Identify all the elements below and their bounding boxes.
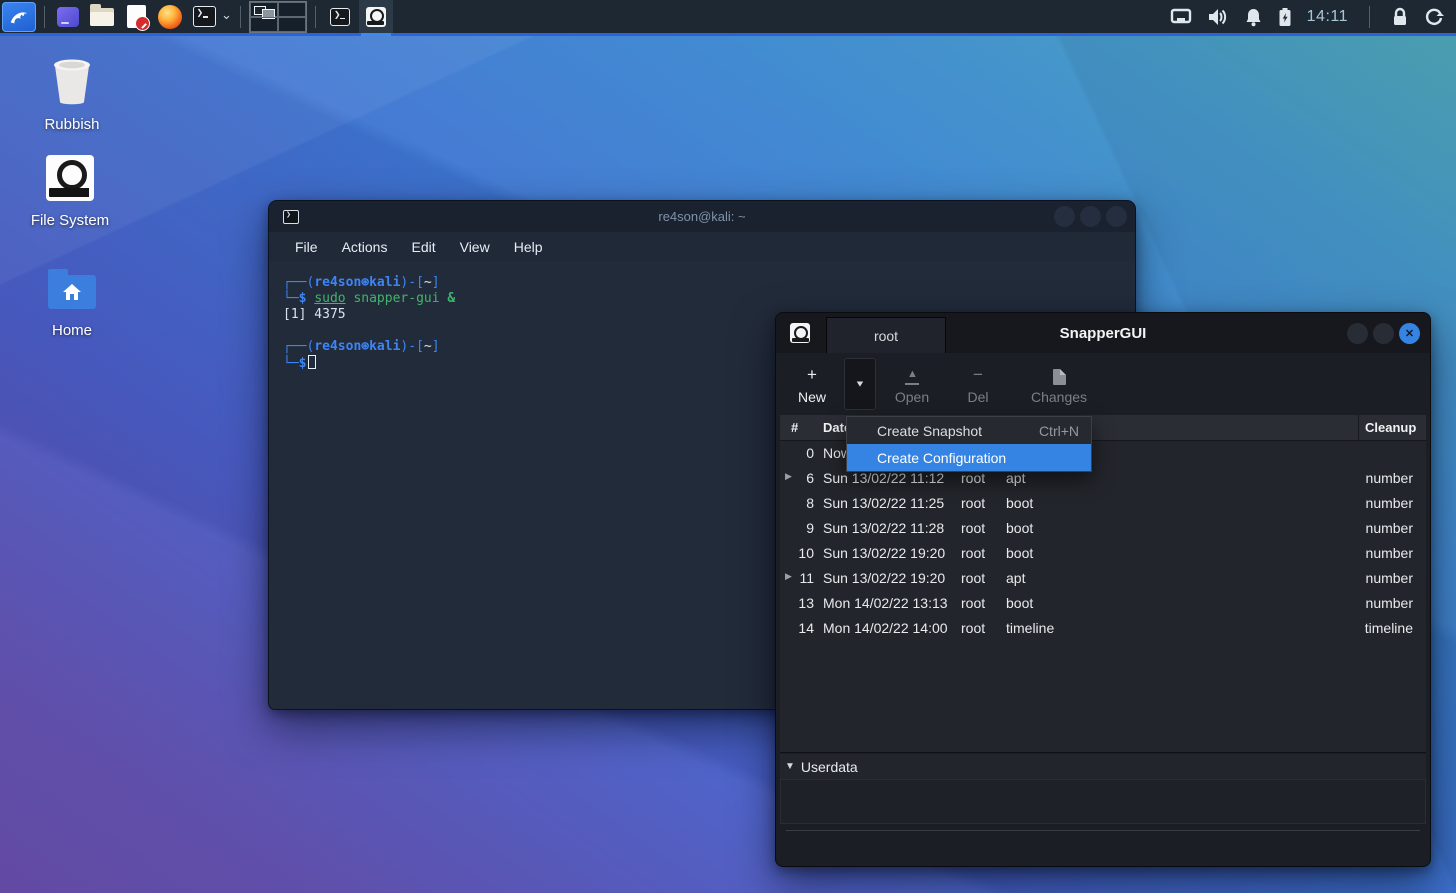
- userdata-label: Userdata: [801, 759, 858, 775]
- table-row[interactable]: 10 Sun 13/02/22 19:20 root boot number: [780, 541, 1426, 566]
- accelerator: Ctrl+N: [1039, 423, 1079, 439]
- window-manager-icon: [57, 7, 79, 27]
- table-row[interactable]: ▶ 11 Sun 13/02/22 19:20 root apt number: [780, 566, 1426, 591]
- launcher-file-manager[interactable]: [87, 3, 117, 31]
- system-tray: 14:11: [1170, 6, 1456, 28]
- close-button[interactable]: ✕: [1399, 323, 1420, 344]
- changes-button[interactable]: Changes: [1016, 359, 1102, 405]
- menu-view[interactable]: View: [448, 239, 502, 255]
- terminal-icon: [283, 210, 299, 224]
- terminal-cursor: [308, 355, 316, 369]
- desktop-icon-file-system[interactable]: File System: [18, 152, 122, 229]
- workspace-1[interactable]: [250, 2, 278, 17]
- snappergui-icon: [790, 323, 810, 343]
- menu-file[interactable]: File: [283, 239, 330, 255]
- dropdown-arrow-icon: ▼: [855, 379, 866, 389]
- workspace-2[interactable]: [278, 2, 306, 17]
- table-row[interactable]: 8 Sun 13/02/22 11:25 root boot number: [780, 491, 1426, 516]
- minimize-button[interactable]: [1054, 206, 1075, 227]
- home-folder-icon: [20, 262, 124, 314]
- taskbar-button-terminal[interactable]: [323, 0, 357, 33]
- terminal-titlebar[interactable]: re4son@kali: ~: [269, 201, 1135, 232]
- trash-icon: [20, 56, 124, 108]
- desktop-icon-label: File System: [18, 212, 122, 229]
- volume-icon[interactable]: [1207, 7, 1229, 27]
- maximize-button[interactable]: [1080, 206, 1101, 227]
- menu-actions[interactable]: Actions: [330, 239, 400, 255]
- desktop-icon-label: Rubbish: [20, 116, 124, 133]
- panel-separator: [44, 6, 45, 28]
- snappergui-window: root SnapperGUI ✕ + New ▼ Open − Del: [775, 312, 1431, 867]
- close-icon: ✕: [1405, 327, 1414, 340]
- separator-line: [786, 830, 1420, 831]
- launcher-text-editor[interactable]: [121, 3, 151, 31]
- prompt-line: ┌──(re4son⊛kali)-[~]: [283, 275, 1135, 291]
- close-button[interactable]: [1106, 206, 1127, 227]
- new-dropdown-button[interactable]: ▼: [844, 358, 876, 410]
- window-bottom-area: [776, 831, 1430, 866]
- snapper-toolbar: + New ▼ Open − Del Changes: [776, 353, 1430, 415]
- minus-icon: −: [950, 359, 1006, 385]
- desktop: ⌄: [0, 0, 1456, 893]
- lock-icon[interactable]: [1391, 7, 1409, 27]
- terminal-menubar: File Actions Edit View Help: [269, 232, 1135, 261]
- network-icon[interactable]: [1170, 8, 1192, 26]
- open-icon: [904, 371, 920, 385]
- column-header-number[interactable]: #: [791, 420, 798, 435]
- terminal-icon: [193, 6, 216, 27]
- firefox-icon: [158, 5, 182, 29]
- clock[interactable]: 14:11: [1307, 8, 1348, 26]
- menu-help[interactable]: Help: [502, 239, 555, 255]
- new-button[interactable]: + New: [786, 359, 838, 405]
- notifications-bell-icon[interactable]: [1244, 7, 1263, 27]
- changes-document-icon: [1053, 369, 1066, 385]
- launcher-window-manager[interactable]: [53, 3, 83, 31]
- minimize-button[interactable]: [1347, 323, 1368, 344]
- delete-button[interactable]: − Del: [950, 359, 1006, 405]
- column-separator: [1358, 415, 1359, 441]
- terminal-icon: [330, 8, 350, 26]
- desktop-icon-rubbish[interactable]: Rubbish: [20, 56, 124, 133]
- table-row[interactable]: 14 Mon 14/02/22 14:00 root timeline time…: [780, 616, 1426, 641]
- workspace-3[interactable]: [250, 17, 278, 32]
- harddrive-icon: [18, 152, 122, 204]
- launcher-dropdown-chevron-icon[interactable]: ⌄: [221, 7, 232, 23]
- text-editor-icon: [127, 5, 146, 28]
- snappergui-icon: [366, 7, 386, 27]
- battery-icon[interactable]: [1278, 7, 1292, 27]
- menu-item-create-snapshot[interactable]: Create Snapshot Ctrl+N: [847, 417, 1091, 444]
- applications-menu-button[interactable]: [2, 2, 36, 32]
- terminal-title: re4son@kali: ~: [269, 209, 1135, 224]
- snapper-headerbar[interactable]: root SnapperGUI ✕: [776, 313, 1430, 353]
- config-tab-root[interactable]: root: [826, 317, 946, 353]
- command-line: └─$ sudo snapper-gui &: [283, 291, 1135, 307]
- column-header-cleanup[interactable]: Cleanup: [1365, 420, 1416, 435]
- launcher-firefox[interactable]: [155, 3, 185, 31]
- kali-logo-icon: [8, 6, 30, 28]
- panel-separator: [315, 6, 316, 28]
- menu-edit[interactable]: Edit: [399, 239, 447, 255]
- workspace-switcher[interactable]: [249, 1, 307, 33]
- table-row[interactable]: 13 Mon 14/02/22 13:13 root boot number: [780, 591, 1426, 616]
- userdata-textarea[interactable]: [780, 779, 1426, 824]
- new-dropdown-menu: Create Snapshot Ctrl+N Create Configurat…: [846, 416, 1092, 472]
- menu-item-create-configuration[interactable]: Create Configuration: [847, 444, 1091, 471]
- folder-icon: [90, 8, 114, 26]
- desktop-icon-home[interactable]: Home: [20, 262, 124, 339]
- logout-icon[interactable]: [1424, 7, 1444, 27]
- open-button[interactable]: Open: [880, 359, 944, 405]
- panel-separator: [240, 6, 241, 28]
- top-panel: ⌄: [0, 0, 1456, 36]
- launcher-terminal[interactable]: [189, 3, 219, 31]
- plus-icon: +: [786, 359, 838, 385]
- table-row[interactable]: 9 Sun 13/02/22 11:28 root boot number: [780, 516, 1426, 541]
- workspace-4[interactable]: [278, 17, 306, 32]
- panel-separator: [1369, 6, 1370, 28]
- desktop-icon-label: Home: [20, 322, 124, 339]
- userdata-expander[interactable]: ▼ Userdata: [780, 754, 1426, 779]
- collapse-arrow-icon: ▼: [785, 761, 795, 772]
- taskbar-button-snappergui[interactable]: [359, 0, 393, 33]
- maximize-button[interactable]: [1373, 323, 1394, 344]
